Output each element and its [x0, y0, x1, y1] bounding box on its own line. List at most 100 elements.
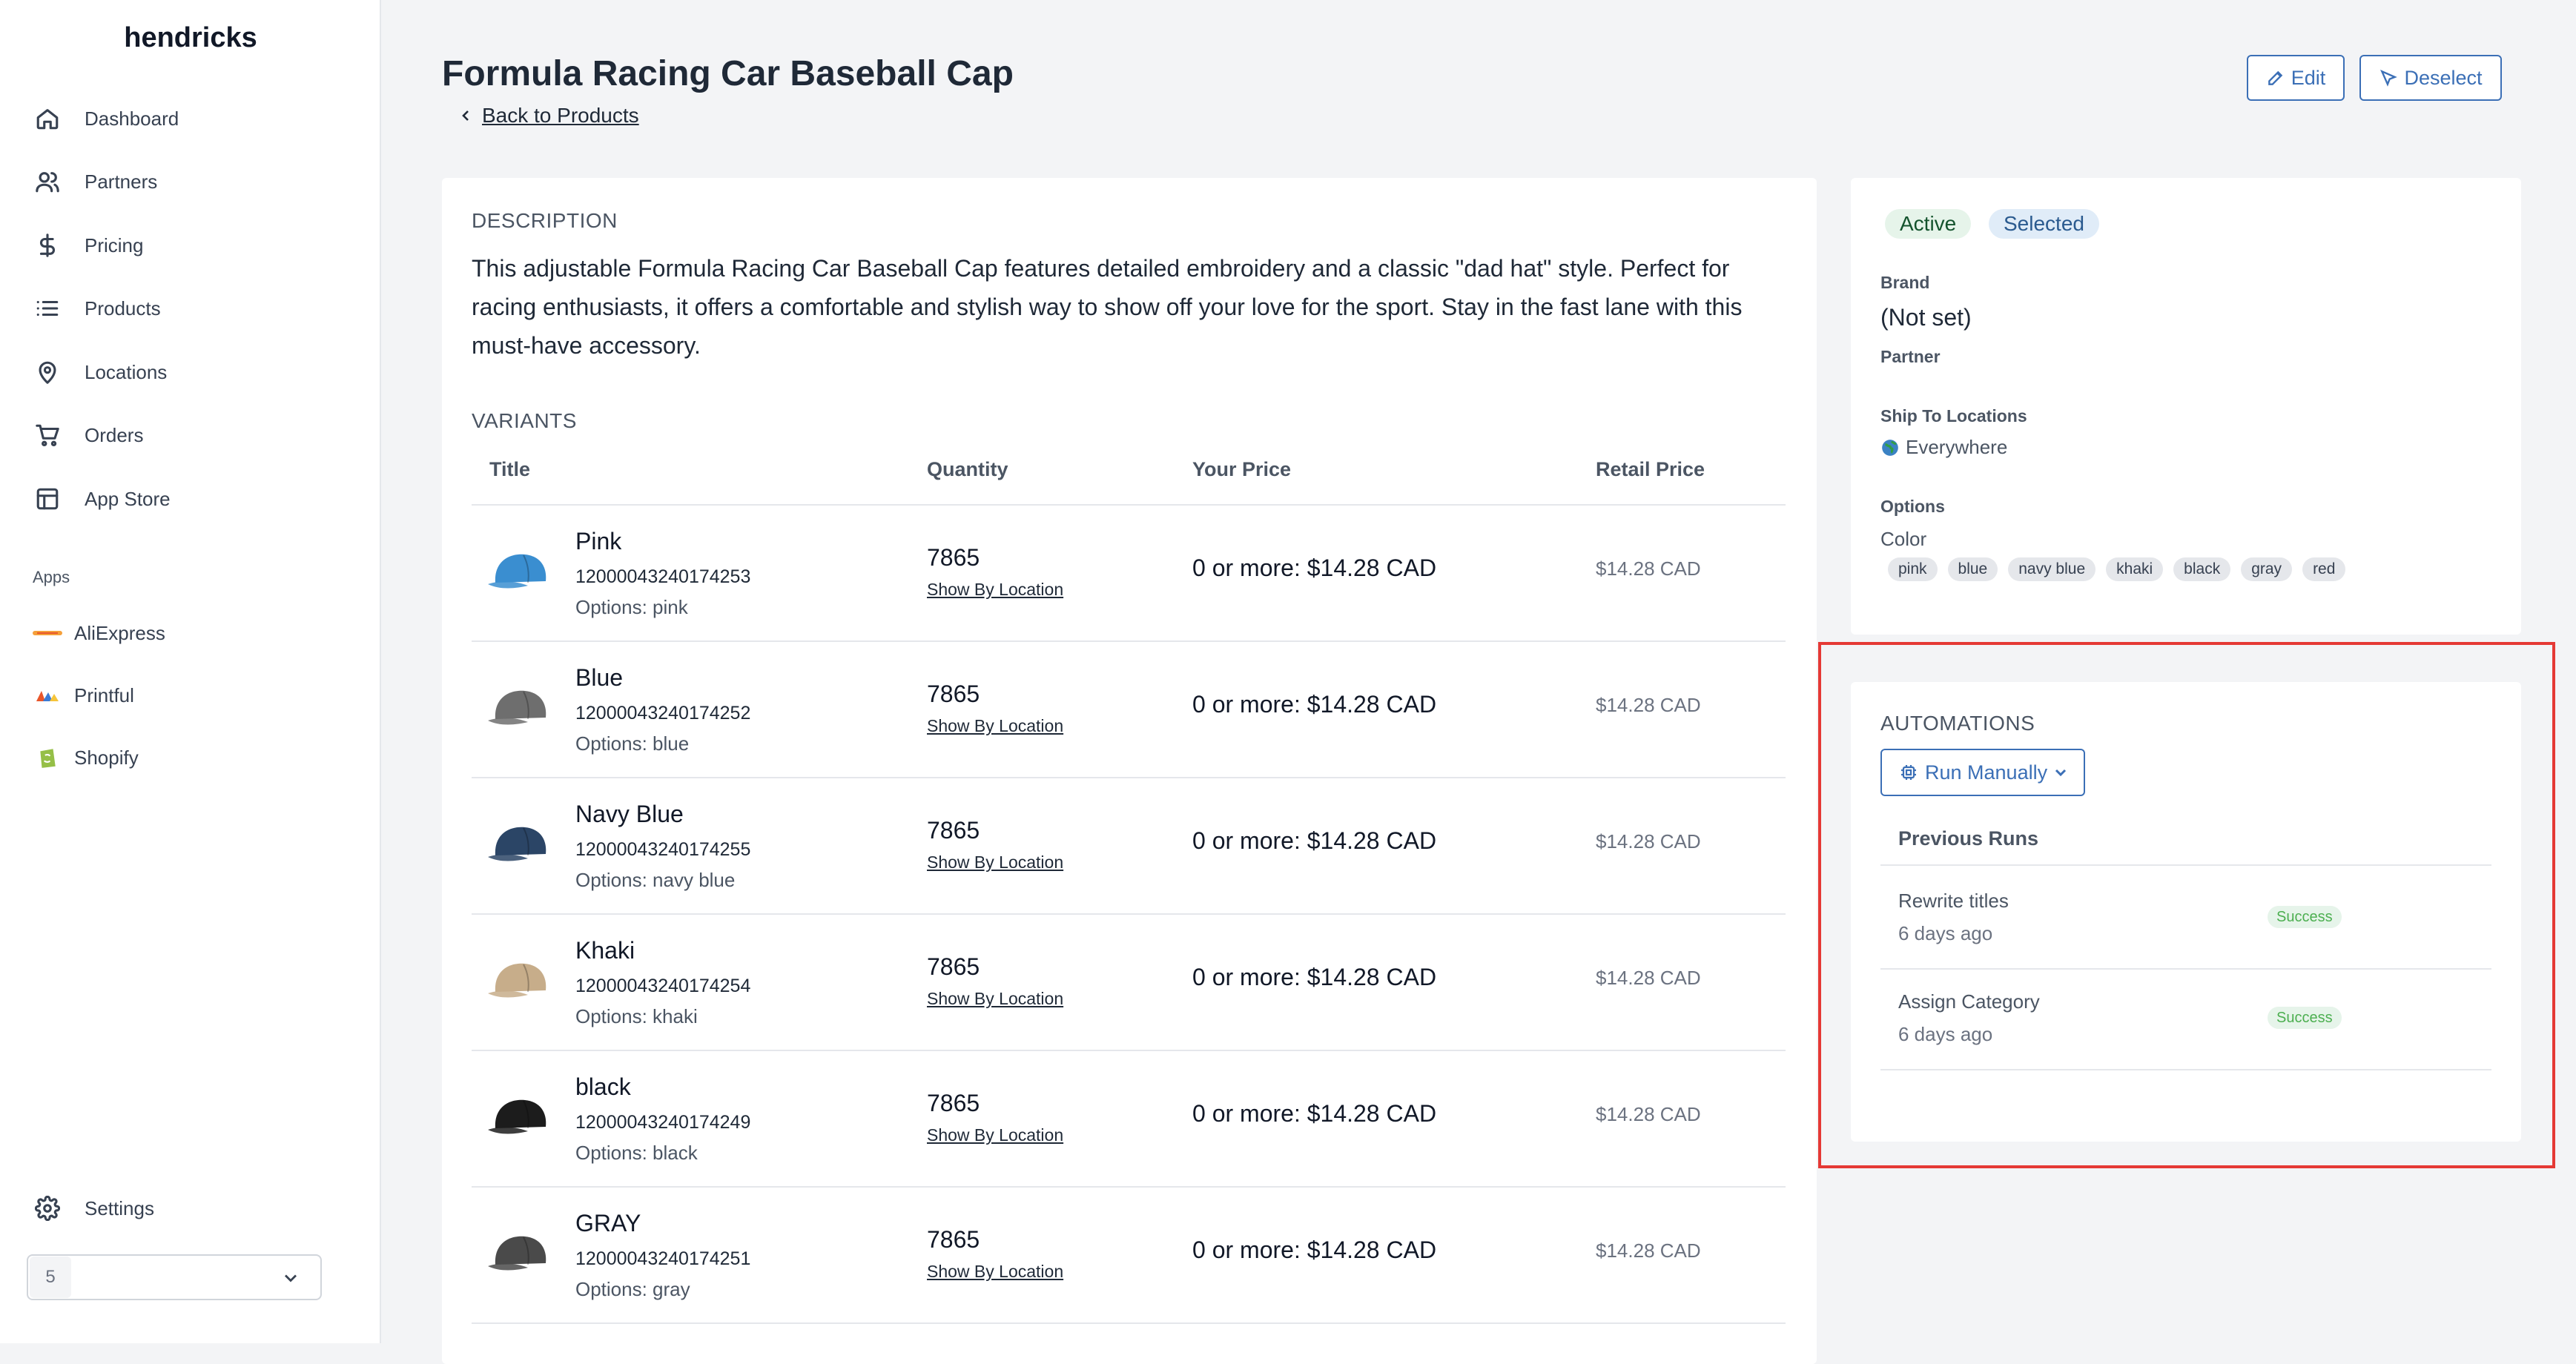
cap-thumbnail — [488, 1236, 546, 1271]
sidebar-item-pricing[interactable]: Pricing — [33, 223, 143, 268]
variant-quantity: 7865 — [927, 817, 980, 844]
sidebar-app-label: Shopify — [74, 746, 139, 769]
show-by-location-link[interactable]: Show By Location — [927, 580, 1063, 600]
status-badge-active: Active — [1885, 209, 1972, 239]
previous-runs-header: Previous Runs — [1880, 827, 2491, 866]
variant-row: black 12000043240174249 Options: black 7865… — [472, 1050, 1786, 1188]
variant-title: Navy Blue — [575, 801, 684, 827]
status-badge: Success — [2268, 906, 2342, 928]
variant-options: Options: gray — [575, 1278, 690, 1300]
sidebar-item-settings[interactable]: Settings — [33, 1186, 154, 1231]
org-badge: 5 — [30, 1257, 71, 1298]
variant-sku: 12000043240174253 — [575, 566, 751, 587]
brand-logo: hendricks — [124, 22, 257, 53]
back-link-label: Back to Products — [482, 104, 639, 127]
sidebar-item-label: Settings — [85, 1196, 154, 1219]
sidebar-app-label: AliExpress — [74, 621, 165, 644]
sidebar-item-label: Orders — [85, 423, 144, 446]
sidebar-app-aliexpress[interactable]: AliExpress — [33, 615, 165, 652]
partner-label: Partner — [1880, 347, 1941, 366]
layout-icon — [33, 484, 62, 514]
variant-row: Navy Blue 12000043240174255 Options: navy … — [472, 777, 1786, 915]
cap-thumbnail — [488, 690, 546, 725]
page-title: Formula Racing Car Baseball Cap — [442, 54, 1014, 93]
brand-value: (Not set) — [1880, 304, 1972, 331]
variant-row: GRAY 12000043240174251 Options: gray 7865 Sh… — [472, 1186, 1786, 1324]
variants-table-header: Title Quantity Your Price Retail Price — [472, 458, 1786, 506]
variant-your-price: 0 or more: $14.28 CAD — [1192, 691, 1437, 718]
show-by-location-link[interactable]: Show By Location — [927, 1125, 1063, 1145]
automations-label: AUTOMATIONS — [1880, 712, 2035, 735]
users-icon — [33, 167, 62, 196]
variant-your-price: 0 or more: $14.28 CAD — [1192, 1100, 1437, 1127]
ship-to-label: Ship To Locations — [1880, 406, 2027, 426]
color-chip: gray — [2241, 557, 2293, 581]
sidebar-item-label: Products — [85, 297, 161, 320]
sidebar-item-locations[interactable]: Locations — [33, 350, 167, 394]
variant-title: GRAY — [575, 1210, 641, 1236]
variant-retail-price: $14.28 CAD — [1596, 694, 1701, 716]
variant-row: Khaki 12000043240174254 Options: khaki 7865… — [472, 913, 1786, 1051]
sidebar-item-dashboard[interactable]: Dashboard — [33, 96, 179, 141]
chevron-left-icon — [462, 110, 469, 121]
sidebar-item-products[interactable]: Products — [33, 286, 161, 331]
edit-button-label: Edit — [2291, 66, 2326, 89]
sidebar-item-label: App Store — [85, 487, 171, 510]
sidebar-app-label: Printful — [74, 683, 134, 706]
product-description: This adjustable Formula Racing Car Baseb… — [472, 255, 1743, 359]
run-time: 6 days ago — [1898, 922, 1993, 944]
variant-title: Blue — [575, 664, 624, 691]
sidebar-item-app-store[interactable]: App Store — [33, 477, 171, 521]
variant-options: Options: navy blue — [575, 869, 736, 891]
cap-thumbnail — [488, 1099, 546, 1134]
show-by-location-link[interactable]: Show By Location — [927, 853, 1063, 873]
deselect-button[interactable]: Deselect — [2359, 55, 2502, 101]
aliexpress-icon — [33, 618, 62, 648]
column-header-title: Title — [489, 458, 531, 480]
cursor-pointer-icon — [2380, 70, 2398, 87]
variant-retail-price: $14.28 CAD — [1596, 1103, 1701, 1125]
variant-your-price: 0 or more: $14.28 CAD — [1192, 827, 1437, 854]
show-by-location-link[interactable]: Show By Location — [927, 716, 1063, 736]
variant-sku: 12000043240174251 — [575, 1248, 751, 1269]
sidebar-item-orders[interactable]: Orders — [33, 413, 143, 457]
pencil-icon — [2268, 70, 2283, 85]
variant-sku: 12000043240174254 — [575, 976, 751, 996]
product-status-card: Active Selected Brand (Not set) Partner … — [1851, 178, 2521, 635]
sidebar-app-shopify[interactable]: Shopify — [33, 739, 139, 776]
run-time: 6 days ago — [1898, 1023, 1993, 1045]
deselect-button-label: Deselect — [2404, 66, 2483, 89]
previous-run-row[interactable]: Rewrite titles 6 days ago Success — [1880, 867, 2491, 970]
variant-retail-price: $14.28 CAD — [1596, 557, 1701, 580]
variant-row: Blue 12000043240174252 Options: blue 7865 Sh… — [472, 640, 1786, 778]
globe-icon — [1882, 439, 1898, 456]
description-label: DESCRIPTION — [472, 209, 618, 232]
variant-title: black — [575, 1073, 631, 1100]
variant-quantity: 7865 — [927, 681, 980, 707]
shopify-icon — [33, 743, 62, 772]
cpu-icon — [1901, 765, 1916, 780]
color-option-label: Color — [1880, 528, 1927, 550]
sidebar-item-label: Dashboard — [85, 107, 179, 130]
column-header-retail-price: Retail Price — [1596, 458, 1705, 480]
ship-to-text: Everywhere — [1906, 436, 2008, 458]
variant-quantity: 7865 — [927, 953, 980, 980]
automations-card: AUTOMATIONS Run Manually Previous Runs R… — [1851, 682, 2521, 1142]
sidebar-item-partners[interactable]: Partners — [33, 159, 157, 204]
show-by-location-link[interactable]: Show By Location — [927, 1262, 1063, 1282]
brand-label: Brand — [1880, 273, 1930, 292]
edit-button[interactable]: Edit — [2247, 55, 2345, 101]
variant-title: Pink — [575, 528, 622, 554]
show-by-location-link[interactable]: Show By Location — [927, 989, 1063, 1009]
variant-retail-price: $14.28 CAD — [1596, 967, 1701, 989]
previous-run-row[interactable]: Assign Category 6 days ago Success — [1880, 968, 2491, 1070]
sidebar-item-label: Pricing — [85, 234, 144, 256]
back-to-products-link[interactable]: Back to Products — [457, 104, 639, 128]
organization-select[interactable]: 5 — [27, 1254, 322, 1300]
color-chip: pink — [1888, 557, 1938, 581]
options-label: Options — [1880, 497, 1945, 516]
run-manually-button[interactable]: Run Manually — [1880, 749, 2085, 796]
column-header-your-price: Your Price — [1192, 458, 1292, 480]
sidebar-app-printful[interactable]: Printful — [33, 677, 134, 714]
variant-options: Options: black — [575, 1142, 698, 1164]
